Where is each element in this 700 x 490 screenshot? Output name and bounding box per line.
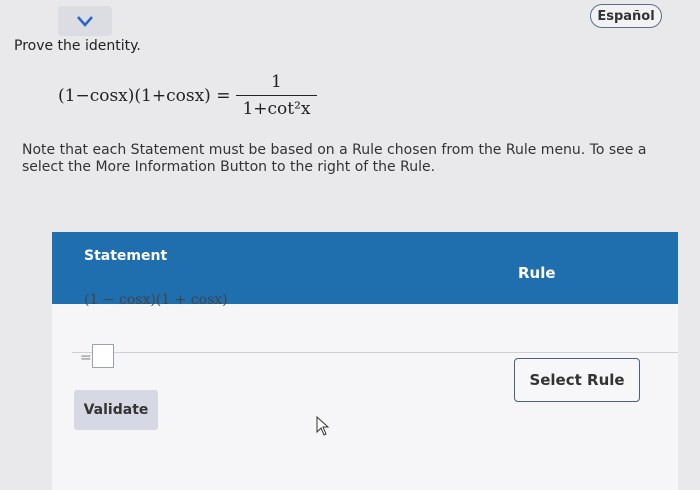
- given-statement: (1 − cosx)(1 + cosx): [84, 292, 228, 308]
- language-button[interactable]: Español: [590, 4, 662, 28]
- question-prompt: Prove the identity.: [14, 38, 141, 54]
- identity-equation: (1−cosx)(1+cosx) = 1 1+cot²x: [58, 72, 317, 119]
- identity-rhs-numerator: 1: [271, 72, 282, 92]
- collapse-toggle[interactable]: [58, 6, 112, 36]
- equals-sign: =: [80, 350, 92, 366]
- instruction-note: Note that each Statement must be based o…: [22, 142, 698, 176]
- proof-panel: Statement Rule (1 − cosx)(1 + cosx) = Se…: [52, 232, 678, 490]
- select-rule-button[interactable]: Select Rule: [514, 358, 640, 402]
- identity-rhs-fraction: 1 1+cot²x: [236, 72, 317, 119]
- instruction-note-line2: select the More Information Button to th…: [22, 159, 436, 175]
- mouse-cursor-icon: [316, 415, 330, 440]
- chevron-down-icon: [77, 16, 93, 27]
- rule-column-header: Rule: [518, 264, 556, 282]
- identity-rhs-denominator: 1+cot²x: [236, 95, 317, 119]
- validate-button[interactable]: Validate: [74, 390, 158, 430]
- instruction-note-line1: Note that each Statement must be based o…: [22, 142, 647, 158]
- statement-column-header: Statement: [84, 248, 168, 264]
- statement-input[interactable]: [92, 344, 114, 368]
- row-divider: [72, 352, 678, 353]
- identity-lhs: (1−cosx)(1+cosx) =: [58, 85, 231, 106]
